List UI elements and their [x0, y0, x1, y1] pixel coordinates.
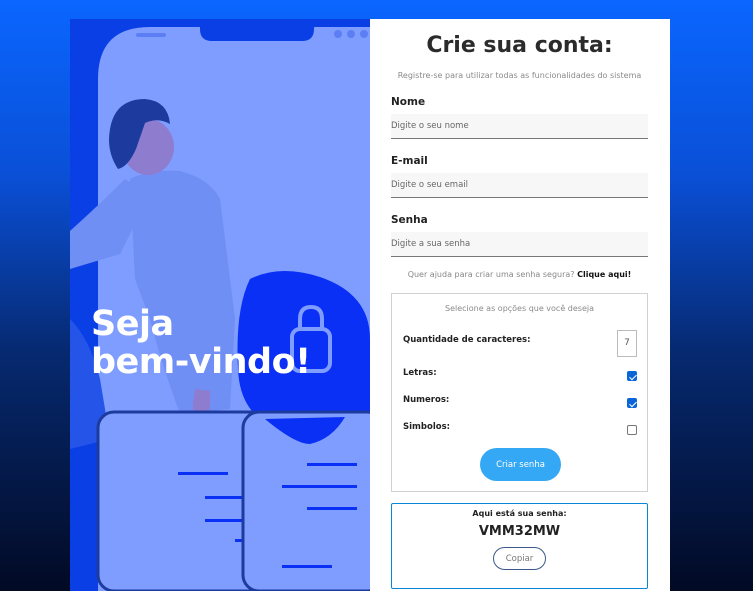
generated-password: VMM32MW: [478, 524, 561, 539]
result-label: Aqui está sua senha:: [472, 509, 567, 518]
numbers-label: Numeros:: [403, 395, 450, 405]
password-help-link[interactable]: Clique aqui!: [577, 270, 631, 279]
welcome-line-2: bem-vindo!: [91, 342, 311, 382]
symbols-label: Simbolos:: [403, 422, 451, 432]
length-input[interactable]: 7: [617, 330, 637, 357]
numbers-checkbox[interactable]: [627, 398, 637, 408]
letters-checkbox[interactable]: [627, 371, 637, 381]
email-label: E-mail: [391, 155, 428, 167]
name-label: Nome: [391, 96, 426, 108]
signup-form: Crie sua conta: Registre-se para utiliza…: [370, 19, 670, 591]
password-input[interactable]: [391, 232, 648, 257]
welcome-heading: Seja bem-vindo!: [91, 305, 311, 381]
illustration-panel: Seja bem-vindo!: [70, 19, 370, 591]
copy-button[interactable]: Copiar: [493, 547, 546, 570]
welcome-line-1: Seja: [91, 304, 174, 344]
password-help-text: Quer ajuda para criar uma senha segura?: [407, 270, 575, 279]
password-help: Quer ajuda para criar uma senha segura? …: [391, 270, 648, 279]
signup-card: Seja bem-vindo! Crie sua conta: Registre…: [70, 19, 670, 591]
form-title: Crie sua conta:: [426, 33, 613, 58]
form-subtitle: Registre-se para utilizar todas as funci…: [397, 71, 642, 80]
name-input[interactable]: [391, 114, 648, 139]
password-label: Senha: [391, 214, 428, 226]
generator-title: Selecione as opções que você deseja: [444, 304, 595, 313]
password-generator-panel: Selecione as opções que você deseja Quan…: [391, 293, 648, 492]
email-input[interactable]: [391, 173, 648, 198]
symbols-checkbox[interactable]: [627, 425, 637, 435]
letters-label: Letras:: [403, 368, 437, 378]
create-password-button[interactable]: Criar senha: [480, 448, 561, 481]
generated-password-box: Aqui está sua senha: VMM32MW Copiar: [391, 503, 648, 589]
length-label: Quantidade de caracteres:: [403, 335, 531, 345]
